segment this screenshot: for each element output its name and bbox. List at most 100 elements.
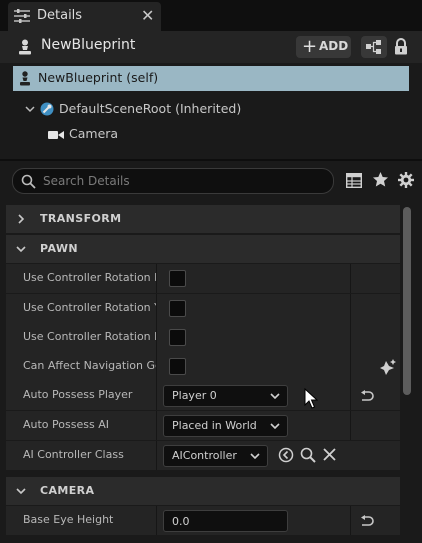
add-component-button[interactable]: + ADD bbox=[296, 36, 351, 58]
browse-search-icon[interactable] bbox=[300, 447, 316, 463]
property-extra-cell bbox=[351, 352, 400, 381]
chevron-down-icon bbox=[270, 393, 280, 399]
property-row-use-controller-rotation-yaw: Use Controller Rotation Yaw bbox=[6, 294, 400, 323]
dropdown-value: Player 0 bbox=[172, 389, 217, 402]
use-controller-rotation-yaw-checkbox[interactable] bbox=[169, 300, 186, 317]
reset-to-default-icon[interactable] bbox=[360, 515, 374, 527]
property-extra-cell bbox=[351, 264, 400, 293]
property-row-auto-possess-player: Auto Possess Player Player 0 bbox=[6, 381, 400, 410]
gear-icon[interactable] bbox=[397, 171, 415, 189]
tree-item-self[interactable]: NewBlueprint (self) bbox=[13, 66, 409, 91]
details-toolbar bbox=[0, 159, 422, 203]
property-name-cell: Auto Possess AI bbox=[6, 411, 157, 440]
close-icon[interactable]: ✕ bbox=[141, 6, 154, 25]
property-name-cell: Use Controller Rotation Yaw bbox=[6, 294, 157, 323]
category-transform[interactable]: TRANSFORM bbox=[6, 205, 400, 233]
property-value-cell bbox=[157, 294, 351, 323]
chevron-down-icon[interactable] bbox=[24, 103, 36, 115]
table-view-icon[interactable] bbox=[346, 173, 362, 188]
tab-bar: Details ✕ bbox=[0, 0, 422, 31]
chevron-down-icon bbox=[16, 488, 26, 495]
clear-icon[interactable] bbox=[323, 448, 336, 461]
tab-label: Details bbox=[37, 8, 83, 23]
property-row-use-controller-rotation-roll: Use Controller Rotation Roll bbox=[6, 323, 400, 352]
property-extra-cell bbox=[351, 381, 400, 410]
pawn-icon bbox=[19, 39, 31, 55]
dropdown-value: Placed in World bbox=[172, 419, 257, 432]
chevron-down-icon bbox=[270, 423, 280, 429]
property-name-cell: Can Affect Navigation Generation bbox=[6, 352, 157, 381]
property-extra-cell bbox=[351, 323, 400, 352]
property-value-cell: Placed in World bbox=[157, 411, 351, 440]
tree-item-default-scene-root[interactable]: DefaultSceneRoot (Inherited) bbox=[24, 100, 404, 120]
category-camera-label: CAMERA bbox=[40, 484, 95, 497]
property-row-use-controller-rotation-pitch: Use Controller Rotation Pitch bbox=[6, 264, 400, 293]
use-selected-asset-icon[interactable] bbox=[278, 447, 294, 463]
property-extra-cell bbox=[351, 506, 400, 535]
property-row-base-eye-height: Base Eye Height bbox=[6, 506, 400, 535]
auto-possess-player-dropdown[interactable]: Player 0 bbox=[163, 385, 288, 407]
components-tree: NewBlueprint (self) DefaultSceneRoot (In… bbox=[0, 63, 422, 159]
mouse-cursor-icon bbox=[304, 388, 318, 409]
property-label: Can Affect Navigation Generation bbox=[23, 359, 156, 372]
tree-item-camera[interactable]: Camera bbox=[48, 125, 348, 145]
property-value-cell: AIController bbox=[157, 441, 394, 470]
property-value-cell: Player 0 bbox=[157, 381, 351, 410]
search-box[interactable] bbox=[12, 168, 334, 194]
property-extra-cell bbox=[351, 411, 400, 440]
use-controller-rotation-roll-checkbox[interactable] bbox=[169, 329, 186, 346]
navigation-sparkle-icon[interactable] bbox=[380, 359, 396, 375]
lock-icon[interactable] bbox=[394, 38, 408, 55]
panel-bottom-edge bbox=[0, 536, 422, 543]
auto-possess-ai-dropdown[interactable]: Placed in World bbox=[163, 415, 288, 437]
category-pawn[interactable]: PAWN bbox=[6, 235, 400, 263]
reset-to-default-icon[interactable] bbox=[360, 390, 374, 402]
property-label: AI Controller Class bbox=[23, 448, 124, 461]
property-name-cell: Use Controller Rotation Pitch bbox=[6, 264, 157, 293]
can-affect-navigation-checkbox[interactable] bbox=[169, 358, 186, 375]
property-label: Auto Possess Player bbox=[23, 388, 133, 401]
blueprint-hierarchy-button[interactable] bbox=[361, 36, 387, 58]
property-value-cell bbox=[157, 264, 351, 293]
tree-item-camera-label: Camera bbox=[69, 126, 119, 141]
property-name-cell: AI Controller Class bbox=[6, 441, 157, 470]
property-row-ai-controller-class: AI Controller Class AIController bbox=[6, 441, 400, 470]
hierarchy-icon bbox=[366, 40, 381, 54]
details-sliders-icon bbox=[14, 9, 30, 23]
blueprint-title: NewBlueprint bbox=[41, 37, 136, 53]
search-input[interactable] bbox=[43, 171, 323, 191]
search-icon bbox=[21, 174, 36, 189]
use-controller-rotation-pitch-checkbox[interactable] bbox=[169, 270, 186, 287]
pawn-icon bbox=[20, 71, 30, 86]
details-header: NewBlueprint + ADD bbox=[0, 31, 422, 63]
category-camera[interactable]: CAMERA bbox=[6, 477, 400, 505]
property-row-auto-possess-ai: Auto Possess AI Placed in World bbox=[6, 411, 400, 440]
plus-icon: + bbox=[302, 36, 318, 57]
category-pawn-label: PAWN bbox=[40, 242, 79, 255]
ai-controller-class-dropdown[interactable]: AIController bbox=[163, 445, 268, 467]
tree-item-self-label: NewBlueprint (self) bbox=[38, 70, 159, 85]
property-label: Use Controller Rotation Yaw bbox=[23, 301, 156, 314]
star-icon[interactable] bbox=[372, 171, 389, 188]
tree-item-default-scene-root-label: DefaultSceneRoot (Inherited) bbox=[59, 101, 242, 116]
chevron-right-icon bbox=[18, 214, 25, 224]
property-name-cell: Base Eye Height bbox=[6, 506, 157, 535]
dropdown-value: AIController bbox=[172, 449, 237, 462]
tab-details[interactable]: Details ✕ bbox=[8, 2, 161, 31]
base-eye-height-field[interactable] bbox=[163, 510, 288, 532]
property-extra-cell bbox=[351, 294, 400, 323]
property-label: Use Controller Rotation Roll bbox=[23, 330, 156, 343]
property-value-cell bbox=[157, 506, 351, 535]
property-name-cell: Use Controller Rotation Roll bbox=[6, 323, 157, 352]
property-row-can-affect-navigation: Can Affect Navigation Generation bbox=[6, 352, 400, 381]
scrollbar-thumb[interactable] bbox=[403, 207, 411, 395]
chevron-down-icon bbox=[16, 246, 26, 253]
property-name-cell: Auto Possess Player bbox=[6, 381, 157, 410]
category-transform-label: TRANSFORM bbox=[40, 212, 122, 225]
add-button-label: ADD bbox=[319, 39, 349, 53]
property-value-cell bbox=[157, 323, 351, 352]
chevron-down-icon bbox=[250, 453, 260, 459]
base-eye-height-input[interactable] bbox=[172, 513, 272, 529]
property-label: Base Eye Height bbox=[23, 513, 114, 526]
property-label: Auto Possess AI bbox=[23, 418, 109, 431]
